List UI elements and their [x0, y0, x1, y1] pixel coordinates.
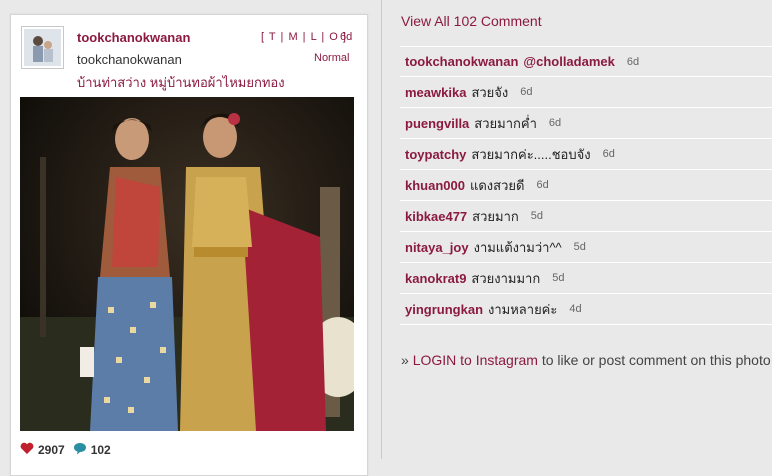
- comment-row: kibkae477 สวยมาก 5d: [400, 201, 772, 232]
- comment-username[interactable]: toypatchy: [405, 147, 466, 162]
- likes-count: 2907: [38, 443, 65, 457]
- comment-age: 6d: [626, 55, 640, 68]
- login-link[interactable]: LOGIN to Instagram: [413, 352, 538, 368]
- login-suffix: to like or post comment on this photo: [537, 352, 771, 368]
- speech-bubble-icon[interactable]: [73, 442, 87, 458]
- comment-age: 5d: [530, 210, 544, 222]
- post-age: 6d: [340, 31, 353, 43]
- comment-text: งามหลายค่ะ: [488, 301, 558, 317]
- comment-row: puengvilla สวยมากค่ำ 6d: [400, 108, 772, 139]
- post-photo[interactable]: [20, 97, 354, 431]
- comment-age: 6d: [602, 148, 615, 160]
- size-t-link[interactable]: T: [269, 31, 277, 43]
- comment-row: meawkika สวยจัง 6d: [400, 77, 772, 108]
- comment-age: 5d: [573, 241, 586, 253]
- post-full-name: tookchanokwanan: [77, 52, 182, 67]
- size-m-link[interactable]: M: [288, 31, 298, 43]
- image-size-links: [ T | M | L | O ]: [261, 31, 347, 43]
- post-username[interactable]: tookchanokwanan: [77, 30, 190, 45]
- post-stats: 2907 102: [20, 442, 119, 458]
- comment-age: 4d: [569, 303, 582, 315]
- post-caption: บ้านท่าสว่าง หมู่บ้านทอผ้าไหมยกทอง: [77, 75, 285, 90]
- comment-username[interactable]: tookchanokwanan: [405, 54, 518, 69]
- comment-row: kanokrat9 สวยงามมาก 5d: [400, 263, 772, 294]
- comment-age: 5d: [552, 272, 565, 284]
- column-divider: [381, 0, 382, 459]
- comment-text: สวยงามมาก: [471, 270, 541, 286]
- comment-age: 6d: [536, 179, 549, 191]
- comment-row: nitaya_joy งามแต้งามว่า^^ 5d: [400, 232, 772, 263]
- photo-illustration: [20, 97, 354, 431]
- post-card: tookchanokwanan tookchanokwanan บ้านท่าส…: [10, 14, 368, 476]
- login-prefix: »: [401, 352, 413, 368]
- comment-age: 6d: [548, 117, 562, 129]
- comment-text: สวยมาก: [472, 208, 519, 224]
- comment-text[interactable]: @cholladamek: [523, 54, 614, 69]
- comment-username[interactable]: nitaya_joy: [405, 240, 469, 255]
- size-l-link[interactable]: L: [311, 31, 318, 43]
- avatar[interactable]: [21, 26, 64, 69]
- comment-username[interactable]: kanokrat9: [405, 271, 466, 286]
- comment-username[interactable]: kibkae477: [405, 209, 467, 224]
- comment-text: สวยจัง: [471, 84, 509, 100]
- heart-icon[interactable]: [20, 442, 34, 458]
- login-prompt: » LOGIN to Instagram to like or post com…: [401, 352, 771, 368]
- comment-username[interactable]: puengvilla: [405, 116, 469, 131]
- comment-row: toypatchy สวยมากค่ะ.....ชอบจัง 6d: [400, 139, 772, 170]
- size-o-link[interactable]: O: [329, 31, 339, 43]
- comment-row: khuan000 แดงสวยดี 6d: [400, 170, 772, 201]
- comment-text: สวยมากค่ำ: [474, 115, 537, 131]
- comment-row: tookchanokwanan @cholladamek 6d: [400, 46, 772, 77]
- comment-text: แดงสวยดี: [469, 177, 525, 193]
- comment-text: งามแต้งามว่า^^: [473, 239, 562, 255]
- comment-username[interactable]: yingrungkan: [405, 302, 483, 317]
- comment-text: สวยมากค่ะ.....ชอบจัง: [471, 146, 591, 162]
- post-filter: Normal: [314, 52, 350, 64]
- comment-list: tookchanokwanan @cholladamek 6d meawkika…: [400, 46, 772, 325]
- view-all-comments-link[interactable]: View All 102 Comment: [401, 13, 542, 29]
- comments-count: 102: [90, 443, 111, 457]
- avatar-image: [24, 29, 61, 66]
- comment-username[interactable]: khuan000: [405, 178, 465, 193]
- comment-username[interactable]: meawkika: [405, 85, 466, 100]
- comment-row: yingrungkan งามหลายค่ะ 4d: [400, 294, 772, 325]
- comment-age: 6d: [520, 86, 533, 98]
